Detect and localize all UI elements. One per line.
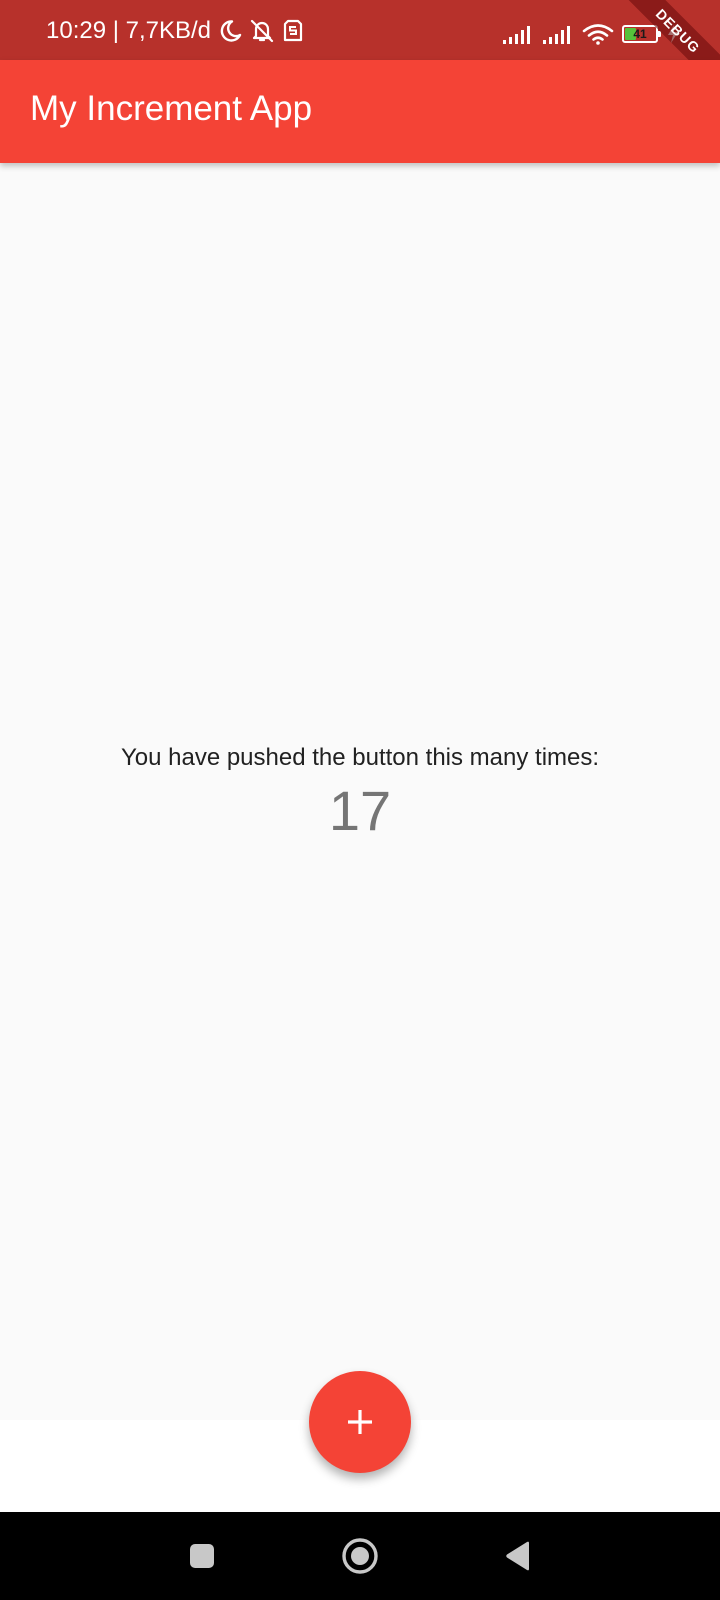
status-bar: 10:29 | 7,7KB/d 41 DEBUG [0,0,720,60]
signal-icon [543,26,570,44]
recents-icon [190,1544,214,1568]
status-time-speed: 10:29 | 7,7KB/d [46,17,212,44]
battery-icon: 41 [622,25,661,43]
status-left-group: 10:29 | 7,7KB/d [46,18,305,44]
back-icon [506,1541,529,1571]
app-bar: My Increment App [0,60,720,163]
back-button[interactable] [494,1532,542,1580]
recents-button[interactable] [178,1532,226,1580]
bell-off-icon [250,19,274,43]
wifi-icon [582,24,614,45]
home-button[interactable] [336,1532,384,1580]
counter-value: 17 [328,779,392,842]
app-title: My Increment App [30,89,313,128]
counter-caption: You have pushed the button this many tim… [120,744,600,771]
increment-button[interactable] [309,1371,411,1473]
signal-icon [503,26,530,44]
battery-level: 41 [633,27,647,41]
sim-icon [283,19,303,42]
moon-icon [220,20,242,42]
plus-icon [348,1410,372,1434]
home-icon [342,1538,378,1574]
main-content: You have pushed the button this many tim… [0,163,720,1420]
system-nav-bar [0,1512,720,1600]
